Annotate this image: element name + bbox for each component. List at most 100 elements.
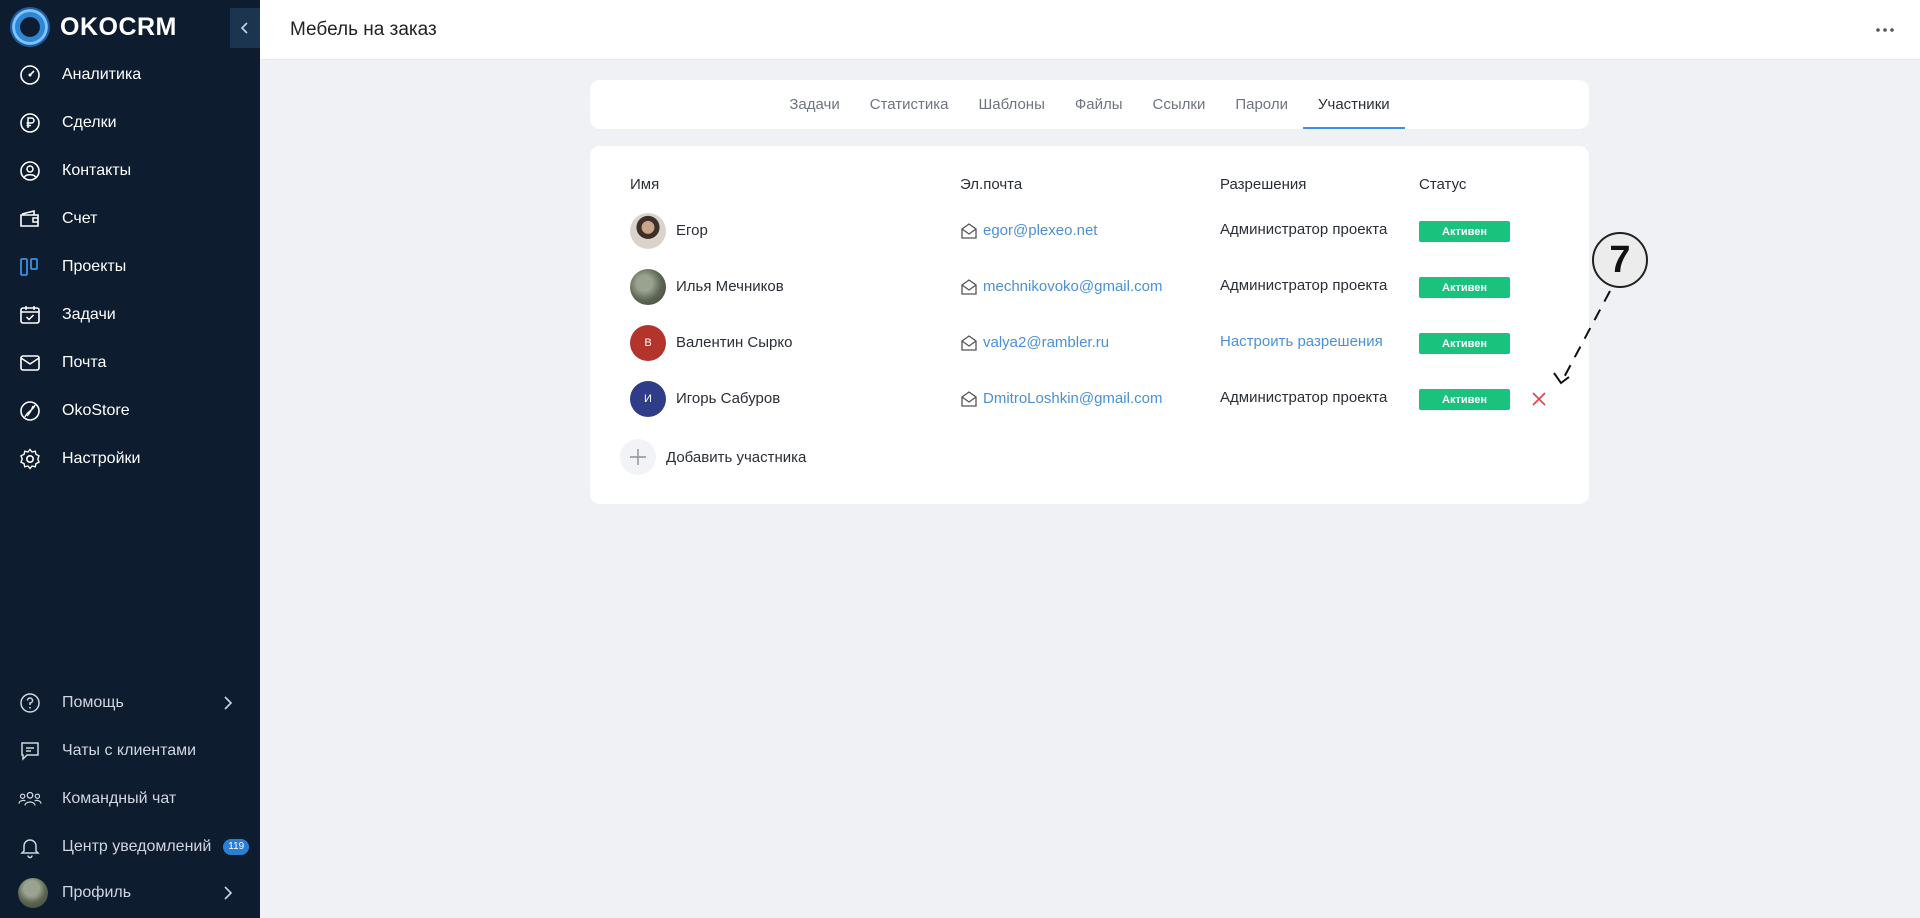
chevron-left-icon: [240, 22, 248, 34]
status-badge: Активен: [1419, 277, 1510, 298]
sidebar-item-settings[interactable]: Настройки: [0, 437, 260, 481]
sidebar-item-team-chat[interactable]: Командный чат: [0, 777, 260, 821]
tabs-card: Задачи Статистика Шаблоны Файлы Ссылки П…: [590, 80, 1589, 129]
table-row: Егор egor@plexeo.net Администратор проек…: [590, 209, 1589, 253]
sidebar-item-label: Чаты с клиентами: [62, 742, 197, 759]
collapse-sidebar-button[interactable]: [230, 8, 260, 48]
store-icon: [18, 399, 42, 423]
avatar: [630, 213, 666, 249]
status-badge: Активен: [1419, 221, 1510, 242]
table-row: И Игорь Сабуров DmitroLoshkin@gmail.com …: [590, 377, 1589, 421]
settings-icon: [18, 447, 42, 471]
sidebar-item-label: Центр уведомлений: [62, 838, 212, 855]
tab-templates[interactable]: Шаблоны: [964, 80, 1060, 129]
project-tabs: Задачи Статистика Шаблоны Файлы Ссылки П…: [590, 80, 1589, 129]
tab-files[interactable]: Файлы: [1060, 80, 1138, 129]
sidebar-item-projects[interactable]: Проекты: [0, 245, 260, 289]
tab-passwords[interactable]: Пароли: [1220, 80, 1303, 129]
member-name: Валентин Сырко: [676, 334, 793, 351]
tab-tasks[interactable]: Задачи: [774, 80, 854, 129]
help-icon: [18, 691, 42, 715]
sidebar-item-label: Командный чат: [62, 790, 177, 807]
configure-permissions-link[interactable]: Настроить разрешения: [1220, 333, 1383, 350]
sidebar-item-analytics[interactable]: Аналитика: [0, 53, 260, 97]
topbar: Мебель на заказ: [260, 0, 1920, 60]
member-name: Егор: [676, 222, 708, 239]
mail-icon: [961, 391, 977, 407]
add-member-label: Добавить участника: [666, 448, 807, 466]
member-email-link[interactable]: egor@plexeo.net: [983, 222, 1097, 239]
column-header-status: Статус: [1419, 176, 1467, 193]
logo-icon: [10, 7, 50, 47]
avatar: [18, 878, 48, 908]
sidebar-item-mail[interactable]: Почта: [0, 341, 260, 385]
sidebar-item-deals[interactable]: Сделки: [0, 101, 260, 145]
sidebar-item-label: Профиль: [62, 884, 132, 901]
column-header-email: Эл.почта: [960, 176, 1023, 193]
sidebar-item-label: Почта: [62, 354, 107, 371]
chevron-right-icon: [224, 886, 233, 900]
member-name: Илья Мечников: [676, 278, 784, 295]
team-icon: [18, 787, 42, 811]
sidebar-item-okostore[interactable]: OkoStore: [0, 389, 260, 433]
table-row: В Валентин Сырко valya2@rambler.ru Настр…: [590, 321, 1589, 365]
bell-icon: [18, 835, 42, 859]
notification-count-badge: 119: [223, 839, 250, 855]
mail-icon: [961, 279, 977, 295]
sidebar-item-label: Аналитика: [62, 66, 142, 83]
more-dots-icon: [1876, 28, 1894, 32]
member-email-link[interactable]: valya2@rambler.ru: [983, 334, 1109, 351]
projects-icon: [18, 255, 42, 279]
sidebar-item-label: Сделки: [62, 114, 117, 131]
column-header-name: Имя: [630, 176, 660, 193]
sidebar-item-label: OkoStore: [62, 402, 130, 419]
annotation-arrow-icon: [1553, 290, 1611, 385]
sidebar-item-label: Настройки: [62, 450, 141, 467]
status-badge: Активен: [1419, 333, 1510, 354]
member-name: Игорь Сабуров: [676, 390, 781, 407]
mail-icon: [961, 335, 977, 351]
member-permissions: Администратор проекта: [1220, 389, 1388, 406]
deals-icon: [18, 111, 42, 135]
logo-text: OKOCRM: [60, 12, 177, 41]
avatar: И: [630, 381, 666, 417]
sidebar-item-notifications[interactable]: Центр уведомлений 119: [0, 825, 260, 869]
annotation-step-number: 7: [1592, 232, 1648, 288]
contacts-icon: [18, 159, 42, 183]
plus-icon: [620, 439, 656, 475]
sidebar-item-invoice[interactable]: Счет: [0, 197, 260, 241]
sidebar-item-label: Контакты: [62, 162, 132, 179]
chevron-right-icon: [224, 696, 233, 710]
sidebar-item-profile[interactable]: Профиль: [0, 871, 260, 915]
status-badge: Активен: [1419, 389, 1510, 410]
more-options-button[interactable]: [1872, 18, 1898, 42]
sidebar-item-label: Задачи: [62, 306, 116, 323]
analytics-icon: [18, 63, 42, 87]
sidebar: OKOCRM Аналитика Сделки Контакты Счет Пр…: [0, 0, 260, 918]
sidebar-item-label: Счет: [62, 210, 98, 227]
wallet-icon: [18, 207, 42, 231]
sidebar-item-help[interactable]: Помощь: [0, 681, 260, 725]
tasks-icon: [18, 303, 42, 327]
members-card: Имя Эл.почта Разрешения Статус Егор egor…: [590, 146, 1589, 504]
sidebar-item-client-chats[interactable]: Чаты с клиентами: [0, 729, 260, 773]
add-member-button[interactable]: Добавить участника: [620, 439, 806, 475]
column-header-permissions: Разрешения: [1220, 176, 1307, 193]
member-permissions: Администратор проекта: [1220, 221, 1388, 238]
sidebar-item-tasks[interactable]: Задачи: [0, 293, 260, 337]
member-email-link[interactable]: mechnikovoko@gmail.com: [983, 278, 1162, 295]
chat-icon: [18, 739, 42, 763]
tab-links[interactable]: Ссылки: [1138, 80, 1221, 129]
mail-icon: [961, 223, 977, 239]
logo[interactable]: OKOCRM: [10, 7, 177, 47]
member-email-link[interactable]: DmitroLoshkin@gmail.com: [983, 390, 1162, 407]
table-row: Илья Мечников mechnikovoko@gmail.com Адм…: [590, 265, 1589, 309]
tab-members[interactable]: Участники: [1302, 80, 1405, 129]
sidebar-item-contacts[interactable]: Контакты: [0, 149, 260, 193]
tab-statistics[interactable]: Статистика: [855, 80, 964, 129]
avatar: В: [630, 325, 666, 361]
member-permissions: Администратор проекта: [1220, 277, 1388, 294]
sidebar-item-label: Проекты: [62, 258, 127, 275]
page-title: Мебель на заказ: [290, 19, 437, 40]
sidebar-item-label: Помощь: [62, 694, 124, 711]
